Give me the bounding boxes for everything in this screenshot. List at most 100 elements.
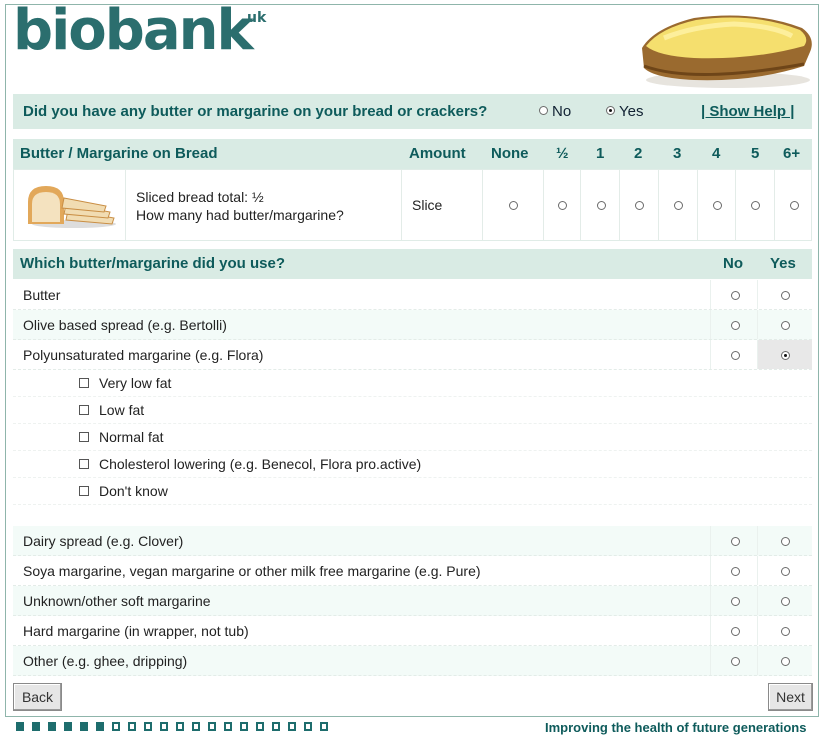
dairy-spread-no-radio[interactable] bbox=[731, 537, 740, 546]
which-table-header: Which butter/margarine did you use? No Y… bbox=[13, 249, 812, 279]
next-button[interactable]: Next bbox=[768, 683, 813, 711]
row-label: Butter bbox=[23, 287, 61, 303]
table-row: Polyunsaturated margarine (e.g. Flora) bbox=[13, 340, 812, 370]
progress-step bbox=[176, 722, 184, 731]
hard-margarine-yes-radio[interactable] bbox=[781, 627, 790, 636]
amount-2-radio[interactable] bbox=[635, 201, 644, 210]
olive-spread-yes-radio[interactable] bbox=[781, 321, 790, 330]
amount-6plus-radio[interactable] bbox=[790, 201, 799, 210]
sliced-bread-icon bbox=[28, 186, 116, 228]
other-no-radio[interactable] bbox=[731, 657, 740, 666]
row-label: Polyunsaturated margarine (e.g. Flora) bbox=[23, 347, 264, 363]
amount-1-radio[interactable] bbox=[597, 201, 606, 210]
unknown-margarine-yes-radio[interactable] bbox=[781, 597, 790, 606]
progress-step bbox=[320, 722, 328, 731]
progress-step bbox=[160, 722, 168, 731]
sub-option-label: Very low fat bbox=[99, 375, 172, 391]
amount-choice-header: 1 bbox=[596, 145, 605, 162]
table-row: Olive based spread (e.g. Bertolli) bbox=[13, 310, 812, 340]
progress-step bbox=[64, 722, 72, 731]
list-item: Don't know bbox=[13, 478, 812, 505]
amount-unit-header: Amount bbox=[409, 145, 466, 162]
buttered-count-prompt: How many had butter/margarine? bbox=[136, 207, 344, 223]
amount-choice-header: 6+ bbox=[783, 145, 801, 162]
row-label: Olive based spread (e.g. Bertolli) bbox=[23, 317, 227, 333]
amount-choice-header: None bbox=[491, 145, 529, 162]
progress-step bbox=[144, 722, 152, 731]
olive-spread-no-radio[interactable] bbox=[731, 321, 740, 330]
very-low-fat-checkbox[interactable] bbox=[79, 378, 89, 388]
low-fat-checkbox[interactable] bbox=[79, 405, 89, 415]
amount-5-radio[interactable] bbox=[751, 201, 760, 210]
row-label: Unknown/other soft margarine bbox=[23, 593, 211, 609]
unknown-margarine-no-radio[interactable] bbox=[731, 597, 740, 606]
row-label: Other (e.g. ghee, dripping) bbox=[23, 653, 188, 669]
col-no-header: No bbox=[723, 255, 743, 272]
progress-step bbox=[288, 722, 296, 731]
dont-know-checkbox[interactable] bbox=[79, 486, 89, 496]
progress-step bbox=[16, 722, 24, 731]
progress-step bbox=[80, 722, 88, 731]
logo-wordmark: biobank bbox=[13, 0, 254, 63]
row-label: Soya margarine, vegan margarine or other… bbox=[23, 563, 481, 579]
amount-choice-header: 5 bbox=[751, 145, 760, 162]
table-row: Dairy spread (e.g. Clover) bbox=[13, 526, 812, 556]
amount-choice-header: 4 bbox=[712, 145, 721, 162]
row-label: Dairy spread (e.g. Clover) bbox=[23, 533, 184, 549]
footer-tagline: Improving the health of future generatio… bbox=[545, 720, 807, 735]
table-row: Hard margarine (in wrapper, not tub) bbox=[13, 616, 812, 646]
cholesterol-lowering-checkbox[interactable] bbox=[79, 459, 89, 469]
question-bar: Did you have any butter or margarine on … bbox=[13, 94, 812, 129]
table-row: Soya margarine, vegan margarine or other… bbox=[13, 556, 812, 586]
table-row: Other (e.g. ghee, dripping) bbox=[13, 646, 812, 676]
answer-no-label: No bbox=[552, 103, 572, 120]
normal-fat-checkbox[interactable] bbox=[79, 432, 89, 442]
progress-step bbox=[240, 722, 248, 731]
buttered-bread-image bbox=[642, 15, 812, 88]
amount-choice-header: 2 bbox=[634, 145, 643, 162]
list-item: Cholesterol lowering (e.g. Benecol, Flor… bbox=[13, 451, 812, 478]
sub-option-label: Don't know bbox=[99, 483, 168, 499]
logo-suffix: uk bbox=[247, 10, 267, 26]
progress-step bbox=[272, 722, 280, 731]
amount-row: Sliced bread total: ½ How many had butte… bbox=[13, 169, 812, 241]
list-item: Very low fat bbox=[13, 370, 812, 397]
col-yes-header: Yes bbox=[770, 255, 796, 272]
amount-none-radio[interactable] bbox=[509, 201, 518, 210]
butter-yes-radio[interactable] bbox=[781, 291, 790, 300]
progress-step bbox=[48, 722, 56, 731]
progress-step bbox=[96, 722, 104, 731]
sub-option-label: Normal fat bbox=[99, 429, 164, 445]
progress-step bbox=[128, 722, 136, 731]
polyunsaturated-yes-radio[interactable] bbox=[781, 351, 790, 360]
polyunsaturated-no-radio[interactable] bbox=[731, 351, 740, 360]
soya-margarine-no-radio[interactable] bbox=[731, 567, 740, 576]
table-row: Unknown/other soft margarine bbox=[13, 586, 812, 616]
bread-total-text: Sliced bread total: ½ bbox=[136, 189, 264, 205]
list-item: Normal fat bbox=[13, 424, 812, 451]
show-help-link[interactable]: | Show Help | bbox=[701, 103, 794, 120]
answer-no-radio[interactable] bbox=[539, 106, 548, 115]
amount-3-radio[interactable] bbox=[674, 201, 683, 210]
amount-4-radio[interactable] bbox=[713, 201, 722, 210]
progress-step bbox=[112, 722, 120, 731]
butter-no-radio[interactable] bbox=[731, 291, 740, 300]
other-yes-radio[interactable] bbox=[781, 657, 790, 666]
back-button[interactable]: Back bbox=[13, 683, 62, 711]
table-row: Butter bbox=[13, 280, 812, 310]
progress-step bbox=[256, 722, 264, 731]
amount-unit: Slice bbox=[412, 197, 443, 213]
soya-margarine-yes-radio[interactable] bbox=[781, 567, 790, 576]
progress-step bbox=[304, 722, 312, 731]
answer-yes-radio[interactable] bbox=[606, 106, 615, 115]
amount-half-radio[interactable] bbox=[558, 201, 567, 210]
dairy-spread-yes-radio[interactable] bbox=[781, 537, 790, 546]
progress-step bbox=[32, 722, 40, 731]
hard-margarine-no-radio[interactable] bbox=[731, 627, 740, 636]
question-text: Did you have any butter or margarine on … bbox=[23, 103, 488, 120]
list-item: Low fat bbox=[13, 397, 812, 424]
sub-option-label: Cholesterol lowering (e.g. Benecol, Flor… bbox=[99, 456, 422, 472]
row-label: Hard margarine (in wrapper, not tub) bbox=[23, 623, 249, 639]
amount-table-header: Butter / Margarine on Bread Amount None … bbox=[13, 139, 812, 169]
progress-step bbox=[192, 722, 200, 731]
